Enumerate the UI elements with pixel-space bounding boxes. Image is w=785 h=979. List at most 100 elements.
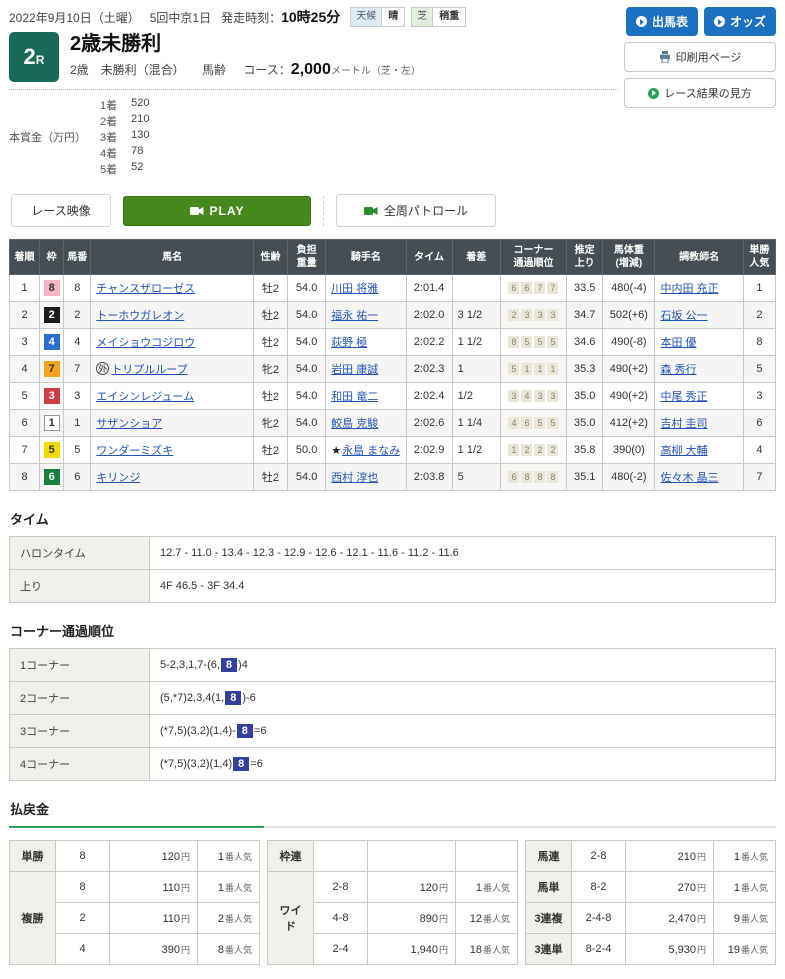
race-video-button[interactable]: レース映像 (11, 194, 111, 227)
trainer-link[interactable]: 高柳 大輔 (660, 445, 707, 457)
video-camera-icon (189, 206, 204, 215)
yen-unit: 円 (180, 913, 190, 924)
finish-position: 2 (8, 301, 41, 329)
trainer-link[interactable]: 中尾 秀正 (660, 391, 707, 403)
trainer-link[interactable]: 吉村 圭司 (660, 418, 707, 430)
prize-amount: 130 (131, 129, 150, 141)
corner-row-label: 2コーナー (9, 681, 150, 715)
corner-pos: 5 (508, 363, 520, 375)
payout-row: 馬単 8-2 270円 1番人気 (525, 871, 776, 903)
finish-time: 2:01.4 (405, 274, 453, 302)
estimated-last-3f: 33.5 (566, 274, 604, 302)
corner-row: 2コーナー (5,*7)2,3,4(1, 8)-6 (9, 681, 776, 715)
howto-read-results-button[interactable]: レース結果の見方 (624, 78, 776, 108)
payout-row: ワイド 2-8 120円 1番人気 (267, 871, 518, 965)
horse-number: 3 (63, 382, 92, 410)
corner-pos: 2 (521, 444, 533, 456)
prize-label: 本賞金（万円） (9, 132, 86, 144)
payout-row: 複勝 8 110円 1番人気 (9, 871, 260, 965)
sex-age: 牡2 (252, 274, 289, 302)
patrol-video-button[interactable]: 全周パトロール (336, 194, 496, 227)
print-page-button[interactable]: 印刷用ページ (624, 42, 776, 72)
finish-position: 6 (8, 409, 41, 437)
time-row: 上り 4F 46.5 - 3F 34.4 (9, 569, 776, 603)
highlighted-horse-number: 8 (233, 757, 250, 771)
yen-unit: 円 (696, 851, 706, 862)
horse-name-link[interactable]: ワンダーミズキ (96, 445, 173, 457)
column-header: 調教師名 (654, 239, 744, 275)
howto-read-results-label: レース結果の見方 (664, 88, 752, 100)
jockey-link[interactable]: 岩田 康誠 (331, 364, 378, 376)
column-header: 騎手名 (325, 239, 407, 275)
trainer-link[interactable]: 中内田 充正 (660, 283, 718, 295)
payout-table: 馬連 2-8 210円 1番人気 馬単 8-2 270円 1番人気 3連複 2-4-8 2,470円… (525, 840, 776, 965)
horse-name-link[interactable]: チャンスザローゼス (96, 283, 195, 295)
corner-pos: 1 (534, 363, 546, 375)
jockey-link[interactable]: 和田 竜二 (331, 391, 378, 403)
waku-badge: 5 (43, 442, 60, 458)
popularity-unit: 番人気 (224, 882, 252, 893)
corner-pos: 5 (547, 336, 559, 348)
trainer-cell: 吉村 圭司 (654, 409, 744, 437)
yen-unit: 円 (438, 913, 448, 924)
corner-positions: 8555 (499, 328, 568, 356)
jockey-link[interactable]: 永島 まなみ (342, 445, 400, 457)
corner-row-label: 3コーナー (9, 714, 150, 748)
jockey-link[interactable]: 西村 淳也 (331, 472, 378, 484)
bet-type-label: 複勝 (9, 871, 56, 965)
horse-name-link[interactable]: キリンジ (96, 472, 140, 484)
trainer-link[interactable]: 石坂 公一 (660, 310, 707, 322)
entry-table-button[interactable]: 出馬表 (625, 7, 698, 36)
corner-pos: 8 (547, 471, 559, 483)
payout-popularity: 8番人気 (197, 933, 260, 965)
sex-age: 牡2 (252, 436, 289, 464)
horse-name-link[interactable]: サザンショア (96, 418, 162, 430)
payout-table-body: 枠連 ワイド 2-8 120円 1番人気 4-8 890円 12番人気 2-4 1,940円 18番… (267, 840, 518, 965)
corner-pos: 5 (534, 417, 546, 429)
jockey-link[interactable]: 荻野 極 (331, 337, 367, 349)
time-row: ハロンタイム 12.7 - 11.0 - 13.4 - 12.3 - 12.9 -… (9, 536, 776, 570)
corner-row: 3コーナー (*7,5)(3,2)(1,4)- 8 =6 (9, 714, 776, 748)
waku-badge: 8 (43, 280, 60, 296)
payout-popularity: 2番人気 (197, 902, 260, 934)
horse-name-cell: メイショウコジロウ (90, 328, 254, 356)
table-row: 4 7 7 外トリプルループ 牝2 54.0 岩田 康誠 2:02.3 1 5 1 1 1 35.3 490… (8, 355, 777, 383)
horse-name-link[interactable]: トリプルループ (111, 364, 187, 376)
yen-unit: 円 (438, 882, 448, 893)
horse-name-link[interactable]: エイシンレジューム (96, 391, 194, 403)
payout-popularity: 1番人気 (713, 871, 776, 903)
corner-row: 1コーナー 5-2,3,1,7-(6, 8)4 (9, 648, 776, 682)
table-row: 7 5 5 ワンダーミズキ 牡2 50.0 ★永島 まなみ 2:02.9 1 1/2 1 2 2 2 35… (8, 436, 777, 464)
win-popularity: 8 (742, 328, 777, 356)
jockey-link[interactable]: 福永 祐一 (331, 310, 378, 322)
column-header: 馬体重 (増減) (602, 239, 656, 275)
horse-name-link[interactable]: メイショウコジロウ (96, 337, 195, 349)
jockey-cell: 川田 将雅 (325, 274, 407, 302)
corner-pos: 6 (521, 282, 533, 294)
play-button[interactable]: PLAY (123, 195, 311, 226)
margin (451, 274, 501, 302)
carried-weight: 54.0 (287, 409, 327, 437)
win-popularity: 5 (742, 355, 777, 383)
jockey-link[interactable]: 川田 将雅 (331, 283, 378, 295)
race-results-table: 着順枠馬番 馬名 性齢 負担 重量 騎手名 タイム 着差 コーナー 通過順位 推定 上り 馬体重 … (8, 239, 777, 491)
trainer-link[interactable]: 森 秀行 (660, 364, 696, 376)
payout-popularity: 12番人気 (455, 902, 518, 934)
column-header: コーナー 通過順位 (499, 239, 568, 275)
time-table: ハロンタイム 12.7 - 11.0 - 13.4 - 12.3 - 12.9 -… (9, 536, 776, 603)
horse-name-cell: キリンジ (90, 463, 254, 491)
jockey-cell: 福永 祐一 (325, 301, 407, 329)
prize-rank: 4着 (100, 148, 118, 160)
waku-cell: 7 (39, 355, 65, 383)
video-row: レース映像 PLAY 全周パトロール (11, 194, 776, 227)
corner-order-after: =6 (250, 758, 263, 770)
yen-unit: 円 (438, 944, 448, 955)
trainer-link[interactable]: 本田 優 (660, 337, 696, 349)
horse-name-link[interactable]: トーホウガレオン (96, 310, 184, 322)
trainer-link[interactable]: 佐々木 晶三 (660, 472, 718, 484)
corner-section-title: コーナー通過順位 (10, 624, 115, 639)
jockey-link[interactable]: 鮫島 克駿 (331, 418, 378, 430)
margin: 1/2 (451, 382, 501, 410)
odds-button[interactable]: オッズ (703, 7, 776, 36)
payout-combination: 4 (55, 933, 110, 965)
